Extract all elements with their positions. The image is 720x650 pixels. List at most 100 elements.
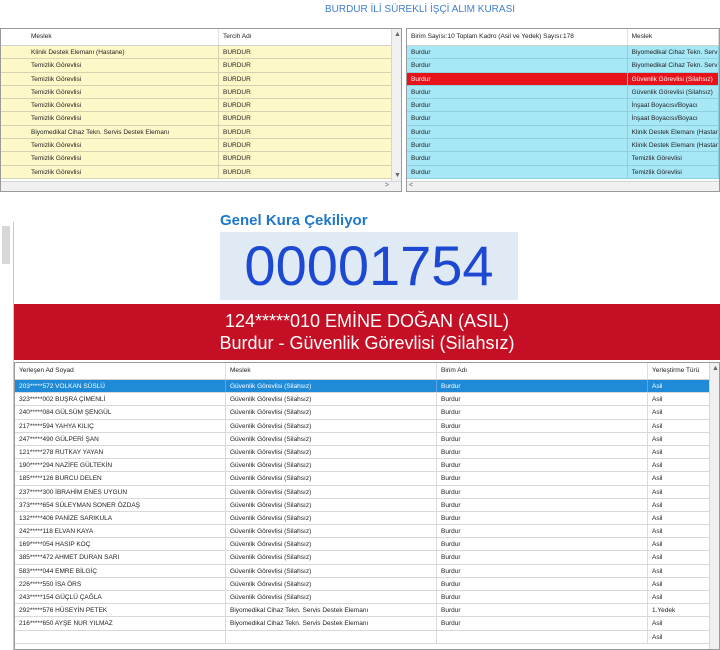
cell: BURDUR [219,59,395,72]
scroll-up-icon[interactable]: ▲ [394,31,401,38]
cell: 323*****002 BUŞRA ÇİMENLİ [15,393,226,406]
table-row[interactable]: Burdur Klinik Destek Elemanı (Hastan [407,125,719,140]
table-row-selected[interactable]: 203*****572 VOLKAN SÜSLÜ Güvenlik Görevli… [15,380,719,394]
birim-grid-header: Birim Sayısı:10 Toplam Kadro (Asil ve Ye… [407,29,719,46]
table-row[interactable]: 242*****118 ELVAN KAYA Güvenlik Görevlisi… [15,525,719,539]
table-row[interactable]: 583*****044 EMRE BİLGİÇ Güvenlik Görevlis… [15,564,719,578]
table-row[interactable]: Burdur Temizlik Görevlisi [407,165,719,179]
table-row[interactable]: Burdur İnşaat Boyacısı/Boyacı [407,99,719,113]
birim-grid[interactable]: Birim Sayısı:10 Toplam Kadro (Asil ve Ye… [406,28,720,192]
cell: BURDUR [219,72,395,85]
cell: BURDUR [219,125,395,139]
cell: Burdur [437,380,648,393]
table-row[interactable]: 243*****154 GÜÇLÜ ÇAĞLA Güvenlik Görevlis… [15,591,719,605]
cell: BURDUR [219,46,395,59]
table-row[interactable]: Burdur Temizlik Görevlisi [407,152,719,166]
table-row[interactable]: Burdur Biyomedikal Cihaz Tekn. Serv [407,46,719,60]
cell: Burdur [437,472,648,485]
table-row[interactable]: 323*****002 BUŞRA ÇİMENLİ Güvenlik Görevl… [15,393,719,407]
cell: Temizlik Görevlisi [1,85,219,99]
table-row-selected[interactable]: Burdur Güvenlik Görevlisi (Silahsız) [407,72,719,86]
cell: Güvenlik Görevlisi (Silahsız) [628,72,719,85]
cell: Burdur [437,617,648,630]
table-row[interactable]: Temizlik Görevlisi BURDUR [1,112,401,126]
birim-grid-hscroll[interactable]: < [407,181,719,191]
cell: 185*****126 BURCU DELEN [15,472,226,485]
cell: 385*****472 AHMET DURAN SARI [15,551,226,564]
cell: Burdur [437,419,648,432]
results-grid-vscroll[interactable]: ▲ [709,363,719,649]
table-row[interactable]: 385*****472 AHMET DURAN SARI Güvenlik Gör… [15,551,719,565]
column-header-meslek[interactable]: Meslek [628,29,719,45]
cell: Burdur [437,485,648,498]
cell: Asil [648,472,711,485]
table-row[interactable]: Temizlik Görevlisi BURDUR [1,59,401,73]
table-row[interactable]: Temizlik Görevlisi BURDUR [1,152,401,166]
cell [437,630,648,643]
table-row[interactable]: Burdur Klinik Destek Elemanı (Hastan [407,139,719,153]
table-row[interactable]: 121*****278 RUTKAY YAYAN Güvenlik Görevli… [15,445,719,460]
column-header-ad-soyad[interactable]: Yerleşen Ad Soyad [15,363,226,379]
cell: BURDUR [219,99,395,112]
table-row[interactable]: 373*****654 SÜLEYMAN SONER ÖZDAŞ Güvenlik… [15,498,719,512]
results-grid[interactable]: Yerleşen Ad Soyad Meslek Birim Adı Yerle… [14,362,720,650]
cell: Güvenlik Görevlisi (Silahsız) [226,419,437,432]
table-row[interactable]: Burdur Biyomedikal Cihaz Tekn. Serv [407,59,719,73]
table-row[interactable]: Temizlik Görevlisi BURDUR [1,165,401,179]
table-row[interactable]: Burdur Güvenlik Görevlisi (Silahsız) [407,85,719,100]
column-header-tercih-adi[interactable]: Tercih Adı [219,29,395,45]
table-row[interactable]: Burdur İnşaat Boyacısı/Boyacı [407,112,719,126]
table-row[interactable]: 132*****406 PANİZE SARIKULA Güvenlik Göre… [15,511,719,526]
column-header-yerlestirme-turu[interactable]: Yerleştirme Türü [648,363,711,379]
cell: Asil [648,538,711,551]
table-row[interactable]: 169*****054 HASIP KOÇ Güvenlik Görevlisi … [15,538,719,552]
tercih-grid-hscroll[interactable]: > [1,181,401,191]
table-row[interactable]: 190*****294 NAZİFE GÜLTEKİN Güvenlik Göre… [15,459,719,473]
app-title: BURDUR İLİ SÜREKLİ İŞÇİ ALIM KURASI [324,4,516,15]
table-row[interactable]: 247*****490 GÜLPERİ ŞAN Güvenlik Görevlis… [15,432,719,446]
left-vscroll[interactable] [0,222,14,650]
table-row[interactable]: Biyomedikal Cihaz Tekn. Servis Destek El… [1,125,401,140]
cell: Klinik Destek Elemanı (Hastan [628,125,719,139]
scroll-left-icon[interactable]: < [409,182,413,189]
scroll-right-icon[interactable]: > [385,182,389,189]
left-vscroll-thumb[interactable] [2,226,10,264]
cell: Asil [648,591,711,604]
scroll-down-icon[interactable]: ▼ [394,172,401,179]
tercih-grid-header: Meslek Tercih Adı [1,29,401,46]
table-row[interactable]: 226*****550 İSA ÖRS Güvenlik Görevlisi (S… [15,577,719,591]
cell: Güvenlik Görevlisi (Silahsız) [226,432,437,445]
cell: Asil [648,551,711,564]
column-header-birim-adi[interactable]: Birim Adı [437,363,648,379]
draw-number: 00001754 [244,234,494,297]
column-header-meslek[interactable]: Meslek [226,363,437,379]
result-banner: 124*****010 EMİNE DOĞAN (ASIL) Burdur - … [14,304,720,360]
cell: Burdur [437,577,648,590]
table-row[interactable]: 292*****576 HÜSEYİN PETEK Biyomedikal Cih… [15,604,719,618]
table-row[interactable]: 217*****594 YAHYA KILIÇ Güvenlik Görevlis… [15,419,719,433]
scroll-up-icon[interactable]: ▲ [712,365,719,372]
table-row[interactable]: Klinik Destek Elemanı (Hastane) BURDUR [1,46,401,60]
tercih-grid[interactable]: Meslek Tercih Adı Klinik Destek Elemanı … [0,28,402,192]
cell: BURDUR [219,139,395,152]
cell: Asil [648,380,711,393]
table-row[interactable]: 240*****084 GÜLSÜM ŞENGÜL Güvenlik Görevl… [15,406,719,420]
table-row[interactable]: Temizlik Görevlisi BURDUR [1,72,401,86]
column-header-meslek[interactable]: Meslek [1,29,219,45]
tercih-grid-vscroll[interactable]: ▲ ▼ [391,29,401,181]
cell: Burdur [437,459,648,472]
column-header-birim[interactable]: Birim Sayısı:10 Toplam Kadro (Asil ve Ye… [407,29,628,45]
cell: Burdur [437,432,648,445]
table-row[interactable]: 185*****126 BURCU DELEN Güvenlik Görevlis… [15,472,719,486]
cell: BURDUR [219,152,395,165]
cell: Temizlik Görevlisi [1,139,219,152]
table-row[interactable]: Temizlik Görevlisi BURDUR [1,99,401,113]
table-row[interactable]: Temizlik Görevlisi BURDUR [1,85,401,100]
table-row[interactable]: 237*****300 İBRAHİM ENES UYGUN Güvenlik G… [15,485,719,499]
table-row[interactable]: Temizlik Görevlisi BURDUR [1,139,401,153]
cell [226,630,437,643]
cell: 243*****154 GÜÇLÜ ÇAĞLA [15,591,226,604]
cell: Asil [648,498,711,511]
table-row[interactable]: Asil [15,630,719,644]
table-row[interactable]: 216*****650 AYŞE NUR YILMAZ Biyomedikal C… [15,617,719,631]
